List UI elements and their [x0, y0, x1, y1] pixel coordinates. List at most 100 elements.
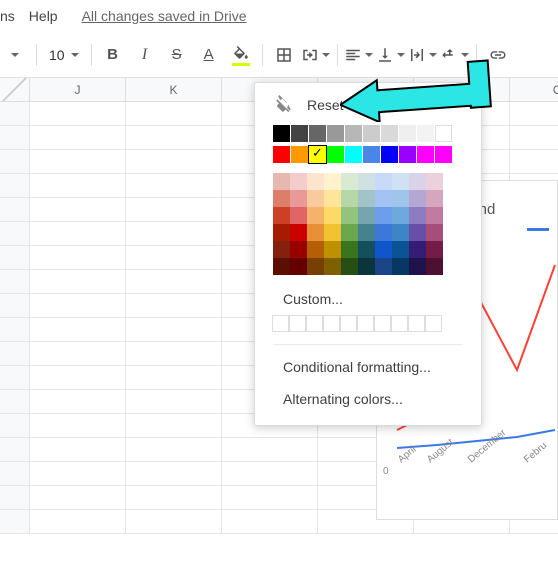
cell[interactable] [126, 222, 222, 246]
custom-color-slot[interactable] [340, 315, 357, 332]
cell[interactable] [30, 102, 126, 126]
color-swatch[interactable] [399, 146, 416, 163]
cell[interactable] [0, 222, 30, 246]
cell[interactable] [30, 486, 126, 510]
cell[interactable] [126, 246, 222, 270]
borders-button[interactable] [269, 40, 299, 70]
column-header[interactable]: O [510, 78, 558, 101]
color-swatch[interactable] [392, 241, 409, 258]
color-swatch[interactable] [435, 146, 452, 163]
text-wrap-button[interactable] [408, 40, 438, 70]
cell[interactable] [30, 150, 126, 174]
more-formats-button[interactable] [0, 40, 30, 70]
color-swatch[interactable] [307, 207, 324, 224]
color-swatch[interactable] [358, 190, 375, 207]
color-swatch[interactable] [392, 190, 409, 207]
color-swatch[interactable] [375, 241, 392, 258]
color-swatch[interactable] [290, 258, 307, 275]
color-swatch[interactable] [375, 224, 392, 241]
cell[interactable] [0, 102, 30, 126]
color-swatch[interactable] [309, 146, 326, 163]
cell[interactable] [30, 270, 126, 294]
color-swatch[interactable] [409, 190, 426, 207]
color-swatch[interactable] [307, 190, 324, 207]
cell[interactable] [30, 294, 126, 318]
cell[interactable] [0, 126, 30, 150]
custom-color-slot[interactable] [408, 315, 425, 332]
color-swatch[interactable] [375, 173, 392, 190]
color-swatch[interactable] [273, 224, 290, 241]
color-swatch[interactable] [324, 224, 341, 241]
cell[interactable] [0, 246, 30, 270]
reset-fill-button[interactable]: Reset [255, 93, 481, 125]
color-swatch[interactable] [273, 173, 290, 190]
color-swatch[interactable] [341, 224, 358, 241]
alternating-colors-button[interactable]: Alternating colors... [255, 383, 481, 415]
cell[interactable] [0, 342, 30, 366]
color-swatch[interactable] [324, 190, 341, 207]
color-swatch[interactable] [273, 258, 290, 275]
color-swatch[interactable] [409, 173, 426, 190]
color-swatch[interactable] [375, 190, 392, 207]
color-swatch[interactable] [358, 224, 375, 241]
cell[interactable] [126, 390, 222, 414]
color-swatch[interactable] [358, 258, 375, 275]
color-swatch[interactable] [409, 207, 426, 224]
color-swatch[interactable] [426, 224, 443, 241]
cell[interactable] [30, 390, 126, 414]
vertical-align-button[interactable] [376, 40, 406, 70]
cell[interactable] [510, 126, 558, 150]
cell[interactable] [126, 438, 222, 462]
color-swatch[interactable] [358, 173, 375, 190]
cell[interactable] [0, 438, 30, 462]
color-swatch[interactable] [290, 190, 307, 207]
text-rotation-button[interactable] [440, 40, 470, 70]
color-swatch[interactable] [358, 241, 375, 258]
color-swatch[interactable] [409, 224, 426, 241]
cell[interactable] [0, 174, 30, 198]
horizontal-align-button[interactable] [344, 40, 374, 70]
cell[interactable] [126, 510, 222, 534]
color-swatch[interactable] [341, 207, 358, 224]
color-swatch[interactable] [399, 125, 416, 142]
fill-color-button[interactable] [226, 40, 256, 70]
insert-link-button[interactable] [483, 40, 513, 70]
custom-color-slot[interactable] [323, 315, 340, 332]
merge-cells-button[interactable] [301, 40, 331, 70]
color-swatch[interactable] [426, 258, 443, 275]
color-swatch[interactable] [426, 173, 443, 190]
cell[interactable] [126, 462, 222, 486]
color-swatch[interactable] [341, 190, 358, 207]
cell[interactable] [30, 342, 126, 366]
cell[interactable] [0, 294, 30, 318]
cell[interactable] [30, 318, 126, 342]
custom-color-slot[interactable] [374, 315, 391, 332]
color-swatch[interactable] [417, 125, 434, 142]
select-all-cell[interactable] [0, 78, 30, 101]
color-swatch[interactable] [363, 146, 380, 163]
cell[interactable] [126, 366, 222, 390]
color-swatch[interactable] [273, 125, 290, 142]
cell[interactable] [0, 318, 30, 342]
color-swatch[interactable] [363, 125, 380, 142]
color-swatch[interactable] [273, 207, 290, 224]
conditional-formatting-button[interactable]: Conditional formatting... [255, 351, 481, 383]
cell[interactable] [126, 126, 222, 150]
color-swatch[interactable] [417, 146, 434, 163]
color-swatch[interactable] [341, 258, 358, 275]
cell[interactable] [126, 198, 222, 222]
color-swatch[interactable] [307, 173, 324, 190]
color-swatch[interactable] [307, 241, 324, 258]
save-status[interactable]: All changes saved in Drive [82, 8, 247, 24]
cell[interactable] [126, 486, 222, 510]
color-swatch[interactable] [341, 173, 358, 190]
color-swatch[interactable] [324, 241, 341, 258]
cell[interactable] [126, 342, 222, 366]
custom-color-slot[interactable] [425, 315, 442, 332]
cell[interactable] [222, 462, 318, 486]
cell[interactable] [0, 366, 30, 390]
cell[interactable] [510, 102, 558, 126]
color-swatch[interactable] [324, 207, 341, 224]
color-swatch[interactable] [324, 258, 341, 275]
cell[interactable] [0, 270, 30, 294]
